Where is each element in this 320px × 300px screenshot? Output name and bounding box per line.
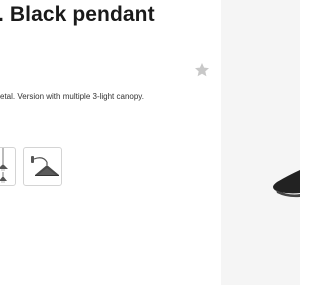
product-title: . Black pendant — [0, 3, 155, 26]
pendant-lamp-image — [273, 170, 300, 198]
wall-lamp-icon — [31, 156, 59, 176]
pendant-lamp-icon — [0, 148, 8, 183]
product-description: etal. Version with multiple 3-light cano… — [0, 92, 144, 101]
variant-thumbnail-wall[interactable] — [23, 147, 62, 186]
product-image — [221, 0, 300, 285]
favorite-button[interactable] — [194, 62, 210, 78]
star-icon — [195, 63, 209, 77]
variant-thumbnail-pendant[interactable] — [0, 147, 16, 186]
